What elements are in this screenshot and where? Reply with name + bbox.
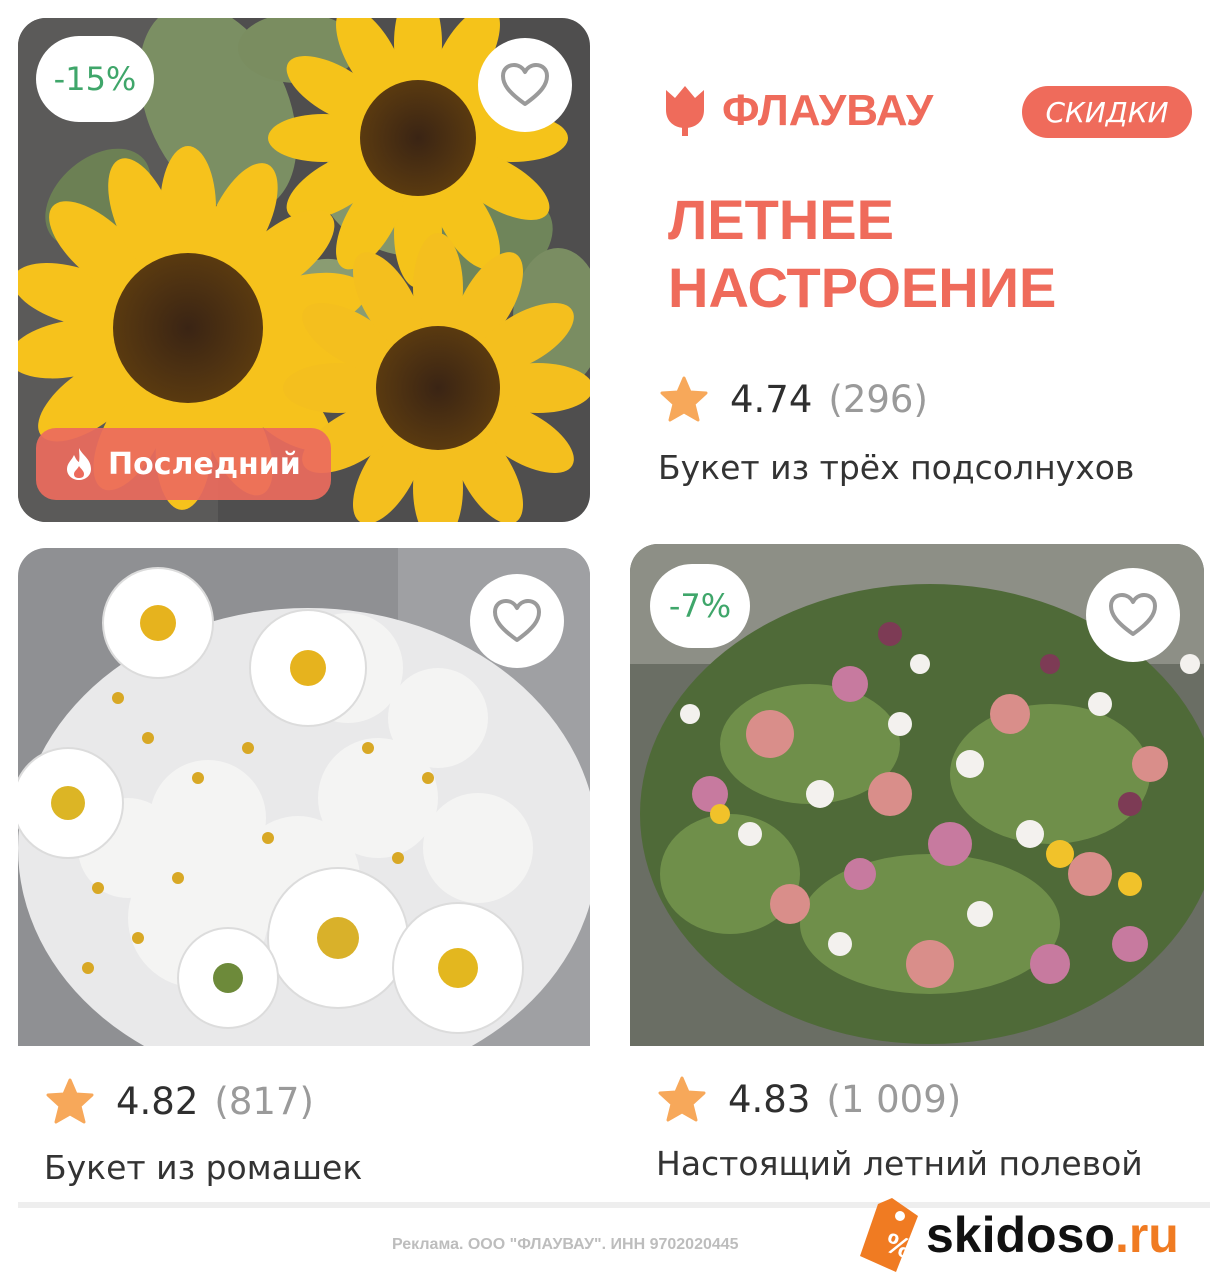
last-item-label: Последний [108, 446, 301, 482]
review-count: (1 009) [826, 1077, 962, 1121]
heart-icon [493, 599, 541, 642]
discount-badge: -15% [36, 36, 154, 122]
review-count: (817) [214, 1079, 314, 1123]
favorite-button[interactable] [1086, 568, 1180, 662]
brand-logo: ФЛАУВАУ [660, 84, 933, 138]
percent-tag-icon: % [860, 1198, 918, 1272]
product-rating: 4.82 (817) [46, 1078, 314, 1124]
rating-value: 4.74 [730, 377, 813, 421]
star-icon [660, 376, 708, 422]
product-card-sunflowers[interactable]: -15% Последний [18, 18, 590, 522]
product-card-daisies[interactable]: 4.82 (817) Букет из ромашек [18, 548, 590, 1200]
favorite-button[interactable] [478, 38, 572, 132]
favorite-button[interactable] [470, 574, 564, 668]
rating-value: 4.83 [728, 1077, 811, 1121]
heart-icon [501, 63, 549, 106]
watermark-text: skidoso.ru [926, 1207, 1179, 1263]
star-icon [658, 1076, 706, 1122]
product-rating: 4.83 (1 009) [658, 1076, 961, 1122]
watermark[interactable]: % skidoso.ru [856, 1196, 1179, 1274]
headline-line-1: ЛЕТНЕЕ [668, 188, 894, 251]
last-item-badge: Последний [36, 428, 331, 500]
sale-pill: СКИДКИ [1022, 86, 1192, 138]
brand-name: ФЛАУВАУ [722, 86, 934, 135]
product-title[interactable]: Букет из ромашек [44, 1148, 362, 1187]
product-title[interactable]: Настоящий летний полевой [656, 1144, 1143, 1183]
heart-icon [1109, 593, 1157, 636]
review-count: (296) [828, 377, 928, 421]
rating-value: 4.82 [116, 1079, 199, 1123]
tulip-logo-icon [666, 86, 704, 136]
product-card-field-bouquet[interactable]: -7% 4.83 (1 009) Настоящий летний полево… [630, 544, 1204, 1200]
product-title-sunflowers[interactable]: Букет из трёх подсолнухов [658, 448, 1134, 487]
hero-rating: 4.74 (296) [660, 376, 928, 422]
flame-icon [67, 448, 91, 480]
headline-line-2: НАСТРОЕНИЕ [668, 256, 1057, 319]
promo-headline: ЛЕТНЕЕ НАСТРОЕНИЕ [668, 186, 1056, 322]
star-icon [46, 1078, 94, 1124]
ad-disclaimer: Реклама. ООО "ФЛАУВАУ". ИНН 9702020445 [392, 1236, 739, 1253]
discount-badge: -7% [650, 564, 750, 648]
